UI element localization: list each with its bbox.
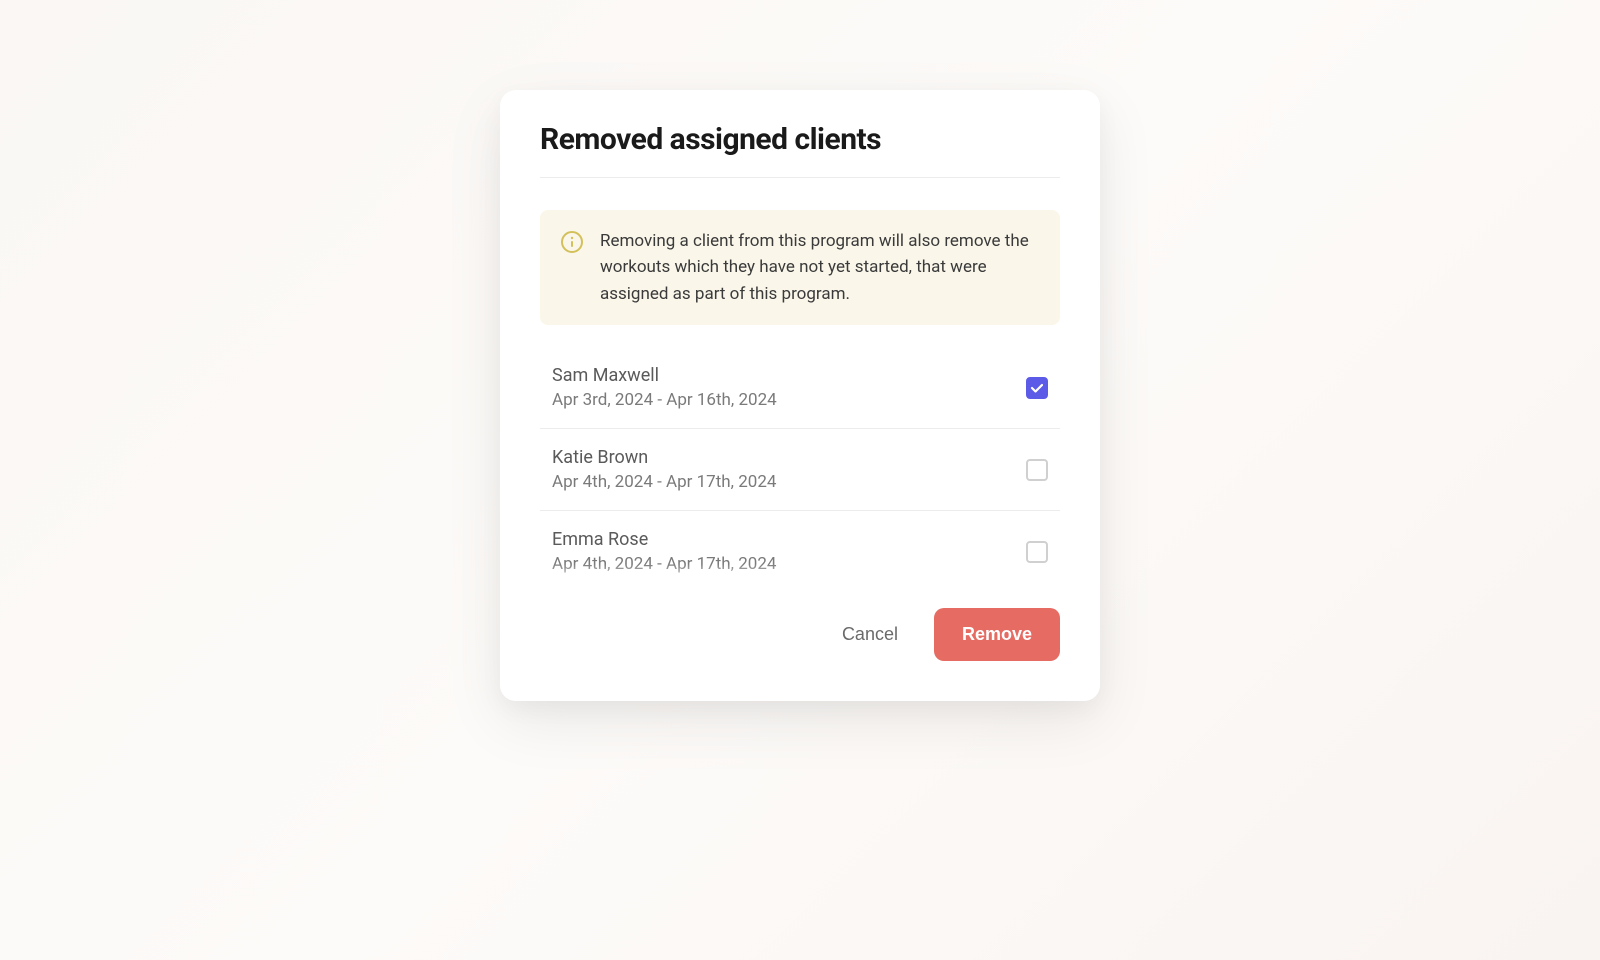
modal-footer: Cancel Remove bbox=[500, 584, 1100, 701]
client-name: Katie Brown bbox=[552, 447, 776, 468]
info-icon bbox=[560, 230, 584, 254]
remove-button[interactable]: Remove bbox=[934, 608, 1060, 661]
client-info: Emma Rose Apr 4th, 2024 - Apr 17th, 2024 bbox=[552, 529, 776, 574]
client-checkbox[interactable] bbox=[1026, 541, 1048, 563]
client-info: Katie Brown Apr 4th, 2024 - Apr 17th, 202… bbox=[552, 447, 776, 492]
client-row[interactable]: Sam Maxwell Apr 3rd, 2024 - Apr 16th, 202… bbox=[540, 357, 1060, 429]
client-info: Sam Maxwell Apr 3rd, 2024 - Apr 16th, 202… bbox=[552, 365, 777, 410]
client-list: Sam Maxwell Apr 3rd, 2024 - Apr 16th, 202… bbox=[540, 357, 1060, 584]
client-dates: Apr 3rd, 2024 - Apr 16th, 2024 bbox=[552, 390, 777, 410]
client-checkbox[interactable] bbox=[1026, 377, 1048, 399]
client-dates: Apr 4th, 2024 - Apr 17th, 2024 bbox=[552, 554, 776, 574]
client-name: Sam Maxwell bbox=[552, 365, 777, 386]
modal-title: Removed assigned clients bbox=[540, 122, 1060, 157]
remove-clients-modal: Removed assigned clients Removing a clie… bbox=[500, 90, 1100, 701]
info-message: Removing a client from this program will… bbox=[600, 228, 1040, 307]
client-row[interactable]: Katie Brown Apr 4th, 2024 - Apr 17th, 202… bbox=[540, 429, 1060, 511]
client-row[interactable]: Emma Rose Apr 4th, 2024 - Apr 17th, 2024 bbox=[540, 511, 1060, 584]
client-dates: Apr 4th, 2024 - Apr 17th, 2024 bbox=[552, 472, 776, 492]
modal-body: Removing a client from this program will… bbox=[500, 178, 1100, 584]
info-banner: Removing a client from this program will… bbox=[540, 210, 1060, 325]
client-checkbox[interactable] bbox=[1026, 459, 1048, 481]
modal-header: Removed assigned clients bbox=[500, 90, 1100, 177]
cancel-button[interactable]: Cancel bbox=[834, 612, 906, 657]
client-name: Emma Rose bbox=[552, 529, 776, 550]
